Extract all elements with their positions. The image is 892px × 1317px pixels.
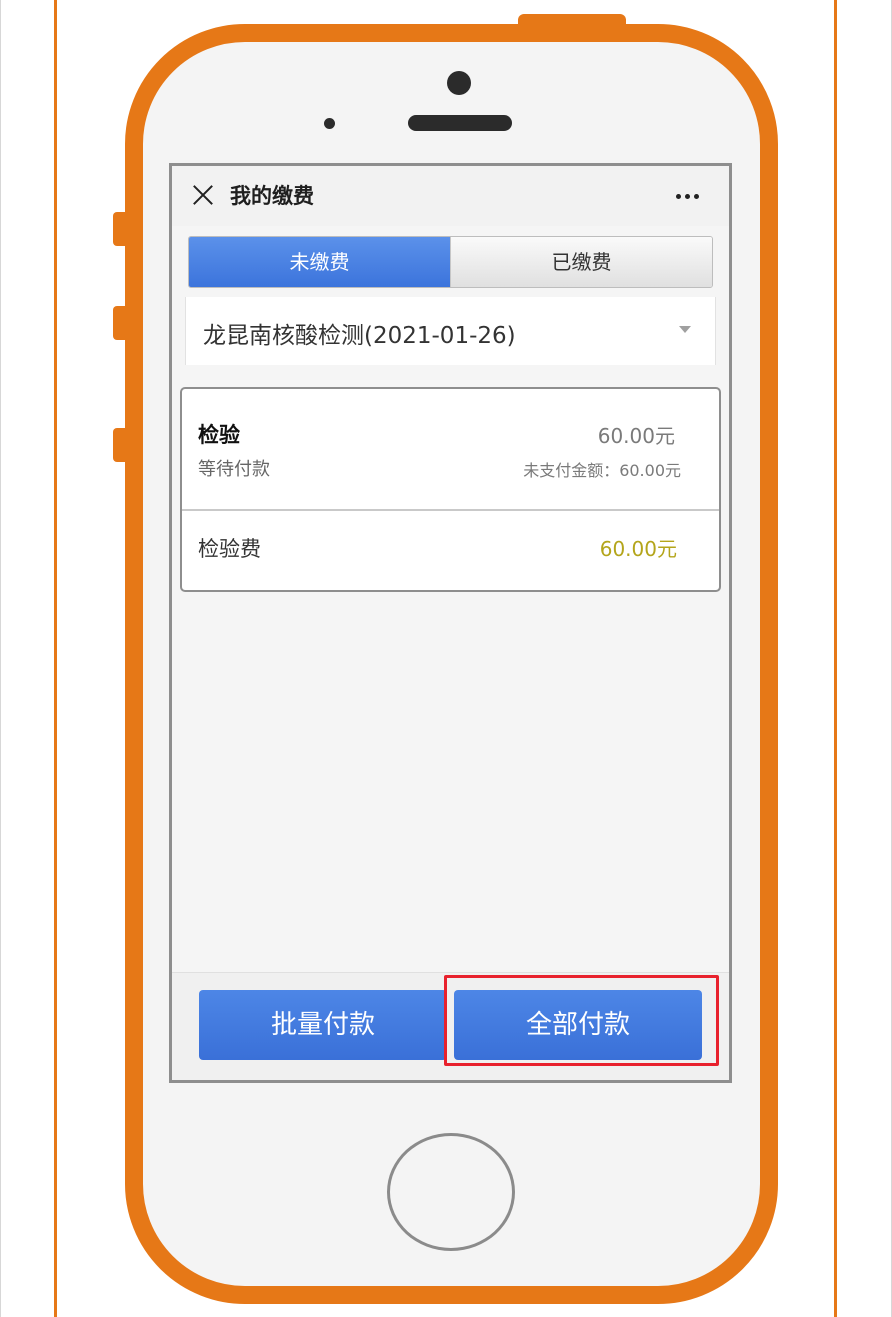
bill-card: 检验 等待付款 60.00元 未支付金额：60.00元 检验费 60.00元 [180,387,721,592]
camera-icon [447,71,471,95]
payment-tabs: 未缴费 已缴费 [188,236,713,288]
more-icon[interactable] [676,194,704,200]
tab-unpaid[interactable]: 未缴费 [189,237,450,287]
dot [676,194,681,199]
chevron-down-icon [679,326,691,333]
frame-line-left [54,0,57,1317]
nav-bar: 我的缴费 [172,166,729,226]
payment-actions: 批量付款 全部付款 [172,972,729,1080]
close-icon[interactable] [192,184,214,206]
frame-line-right [834,0,837,1317]
fee-amount: 60.00元 [599,537,677,561]
page-edge-left [0,0,1,1317]
batch-pay-button[interactable]: 批量付款 [199,990,447,1060]
bill-amount: 60.00元 [597,424,675,448]
card-divider [182,509,719,511]
page-title: 我的缴费 [230,184,314,208]
unpaid-amount: 未支付金额：60.00元 [523,461,681,480]
tab-paid[interactable]: 已缴费 [450,237,712,287]
dot [685,194,690,199]
dot [694,194,699,199]
highlight-box [444,975,719,1066]
bill-name: 检验 [198,423,240,447]
bill-status: 等待付款 [198,459,270,480]
selected-bill: 龙昆南核酸检测(2021-01-26) [203,323,516,349]
home-button[interactable] [387,1133,515,1251]
fee-name: 检验费 [198,537,261,561]
sensor-icon [324,118,335,129]
speaker-grille [408,115,512,131]
phone-screen: 我的缴费 未缴费 已缴费 龙昆南核酸检测(2021-01-26) 检验 等待付款… [169,163,732,1083]
bill-selector[interactable]: 龙昆南核酸检测(2021-01-26) [185,297,716,365]
